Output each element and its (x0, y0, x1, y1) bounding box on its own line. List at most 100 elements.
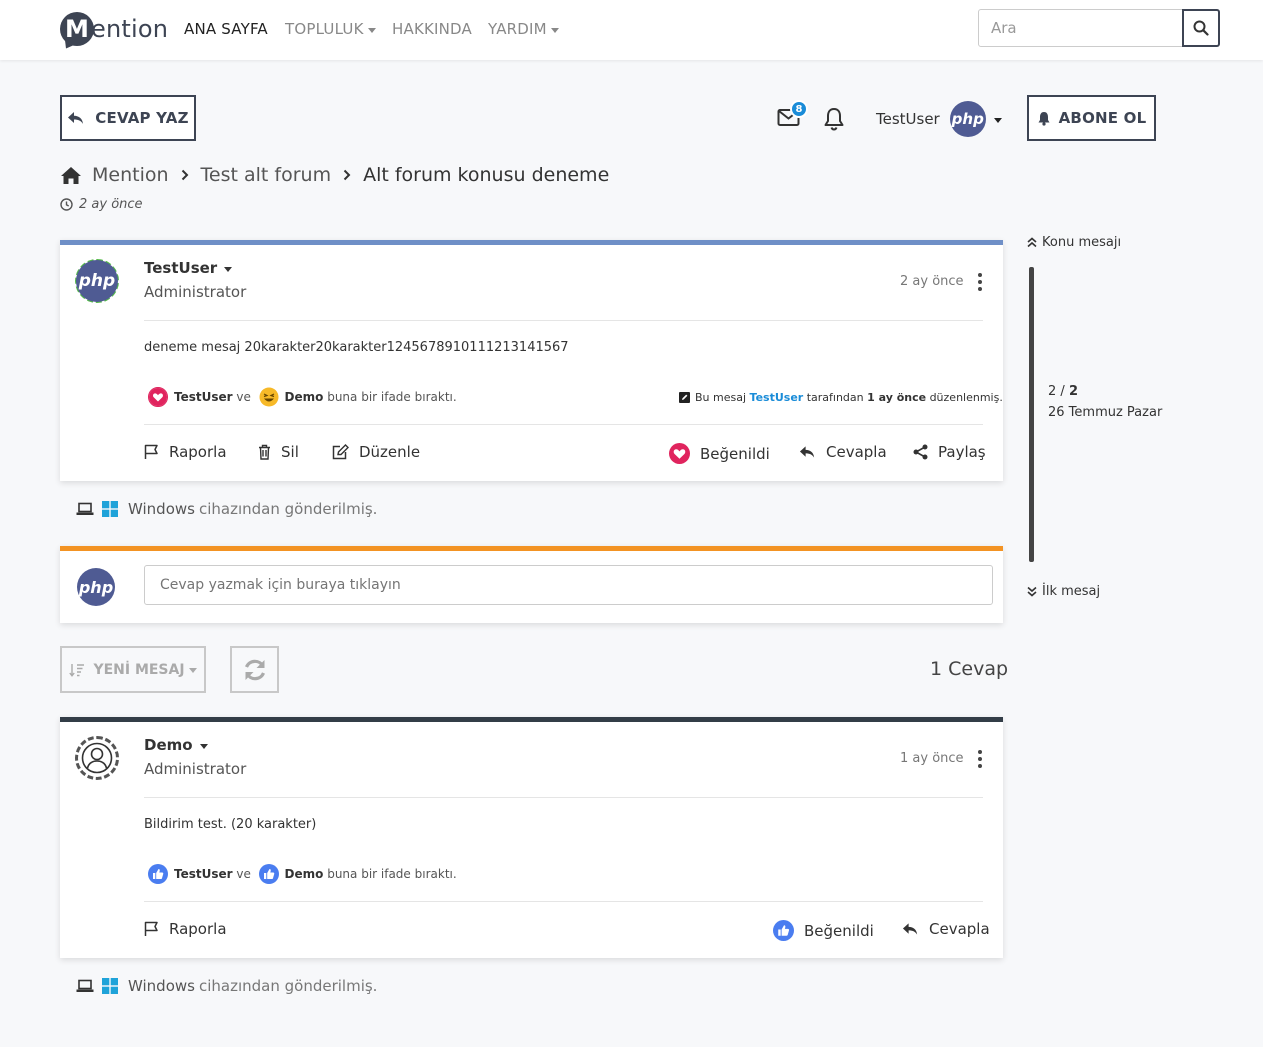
divider (144, 320, 983, 321)
reply-post-button[interactable]: Cevapla (902, 920, 990, 938)
laptop-icon (76, 502, 94, 515)
search-input[interactable] (978, 9, 1184, 47)
divider (144, 424, 983, 425)
nav-about[interactable]: HAKKINDA (392, 20, 472, 38)
reply-icon (68, 112, 84, 124)
sort-dropdown[interactable]: YENİ MESAJ (60, 646, 206, 693)
reply-count: 1 Cevap (930, 658, 1009, 680)
jump-to-top-link[interactable]: Konu mesajı (1027, 235, 1121, 250)
quick-reply-input[interactable] (144, 565, 993, 605)
search-icon (1193, 20, 1209, 36)
subscribe-button[interactable]: ABONE OL (1027, 95, 1156, 141)
post-card: php TestUser Administrator 2 ay önce den… (60, 240, 1003, 481)
thumbs-up-reaction-icon (258, 864, 279, 884)
chevron-right-icon (181, 169, 188, 181)
user-menu[interactable]: TestUser php (876, 101, 1002, 137)
edit-button[interactable]: Düzenle (332, 443, 420, 461)
trash-icon (259, 444, 270, 460)
user-menu-name: TestUser (876, 110, 940, 128)
notifications-button[interactable] (823, 107, 845, 131)
liked-button[interactable]: Beğenildi (773, 920, 874, 941)
message-count-badge: 8 (790, 100, 808, 118)
sort-icon (69, 663, 85, 677)
reply-post-button[interactable]: Cevapla (799, 443, 887, 461)
topic-time: 2 ay önce (60, 197, 143, 212)
chevron-down-icon (550, 27, 559, 33)
timeline-date: 26 Temmuz Pazar (1048, 405, 1163, 420)
search-button[interactable] (1182, 9, 1220, 47)
nav-help[interactable]: YARDIM (488, 20, 559, 38)
chevron-down-icon (224, 266, 233, 272)
reply-icon (902, 923, 918, 935)
heart-icon (669, 443, 690, 464)
delete-button[interactable]: Sil (258, 443, 299, 461)
liked-button[interactable]: Beğenildi (669, 443, 770, 464)
edit-user-link[interactable]: TestUser (750, 391, 804, 404)
thumbs-up-icon (773, 920, 794, 941)
double-chevron-up-icon (1027, 237, 1037, 248)
edit-icon (679, 392, 690, 403)
thumbs-up-reaction-icon (148, 864, 168, 884)
edit-notice: Bu mesaj TestUser tarafından 1 ay önce d… (679, 391, 1003, 404)
post-author[interactable]: Demo (144, 736, 208, 754)
edit-icon (332, 444, 349, 460)
chevron-down-icon (367, 27, 376, 33)
report-button[interactable]: Raporla (144, 920, 227, 938)
device-info: Windows cihazından gönderilmiş. (76, 500, 377, 518)
timeline-position: 2 / 2 (1048, 384, 1078, 399)
reply-button[interactable]: CEVAP YAZ (60, 95, 196, 141)
share-button[interactable]: Paylaş (913, 443, 986, 461)
jump-to-bottom-link[interactable]: İlk mesaj (1027, 584, 1100, 599)
chevron-down-icon (199, 743, 208, 749)
chevron-down-icon (188, 668, 197, 673)
user-avatar: php (949, 101, 986, 137)
refresh-icon (244, 659, 265, 680)
top-navbar: M ention ANA SAYFA TOPLULUK HAKKINDA YAR… (0, 0, 1263, 60)
laugh-reaction-icon (259, 387, 279, 407)
post-avatar[interactable] (75, 736, 119, 780)
breadcrumb-topic: Alt forum konusu deneme (363, 164, 610, 186)
clock-icon (60, 198, 73, 211)
nav-community[interactable]: TOPLULUK (285, 20, 376, 38)
heart-reaction-icon (148, 387, 168, 407)
flag-icon (144, 444, 158, 459)
reply-avatar: php (77, 568, 115, 606)
chevron-down-icon (993, 117, 1002, 123)
post-time: 2 ay önce (900, 274, 964, 289)
post-time: 1 ay önce (900, 751, 964, 766)
laptop-icon (76, 979, 94, 992)
post-author[interactable]: TestUser (144, 259, 233, 277)
quick-reply-card: php (60, 546, 1003, 623)
divider (144, 901, 983, 902)
reactions-summary: TestUser ve Demo buna bir ifade bıraktı. (148, 864, 457, 884)
messages-button[interactable]: 8 (777, 100, 808, 127)
breadcrumb-home[interactable]: Mention (92, 164, 169, 186)
divider (144, 797, 983, 798)
home-icon[interactable] (60, 166, 82, 185)
post-author-role: Administrator (144, 760, 247, 778)
windows-icon (102, 978, 118, 994)
post-menu-button[interactable] (978, 273, 982, 294)
post-menu-button[interactable] (978, 750, 982, 771)
site-logo[interactable]: M ention (60, 12, 168, 46)
report-button[interactable]: Raporla (144, 443, 227, 461)
user-icon (81, 742, 113, 774)
logo-mark: M (60, 12, 94, 46)
share-icon (913, 444, 928, 460)
device-info: Windows cihazından gönderilmiş. (76, 977, 377, 995)
refresh-button[interactable] (230, 646, 279, 693)
logo-text: ention (91, 15, 169, 43)
double-chevron-down-icon (1027, 586, 1037, 597)
chevron-right-icon (343, 169, 351, 181)
reply-icon (799, 446, 815, 458)
flag-icon (144, 921, 158, 936)
bell-icon (824, 108, 844, 131)
nav-home[interactable]: ANA SAYFA (184, 20, 268, 38)
post-avatar[interactable]: php (76, 260, 118, 302)
bell-icon (1038, 111, 1050, 126)
post-body: deneme mesaj 20karakter20karakter1245678… (144, 340, 569, 355)
breadcrumb-forum[interactable]: Test alt forum (201, 164, 332, 186)
timeline-scrollbar[interactable] (1029, 267, 1034, 562)
breadcrumb: Mention Test alt forum Alt forum konusu … (60, 164, 609, 186)
post-card: Demo Administrator 1 ay önce Bildirim te… (60, 717, 1003, 958)
